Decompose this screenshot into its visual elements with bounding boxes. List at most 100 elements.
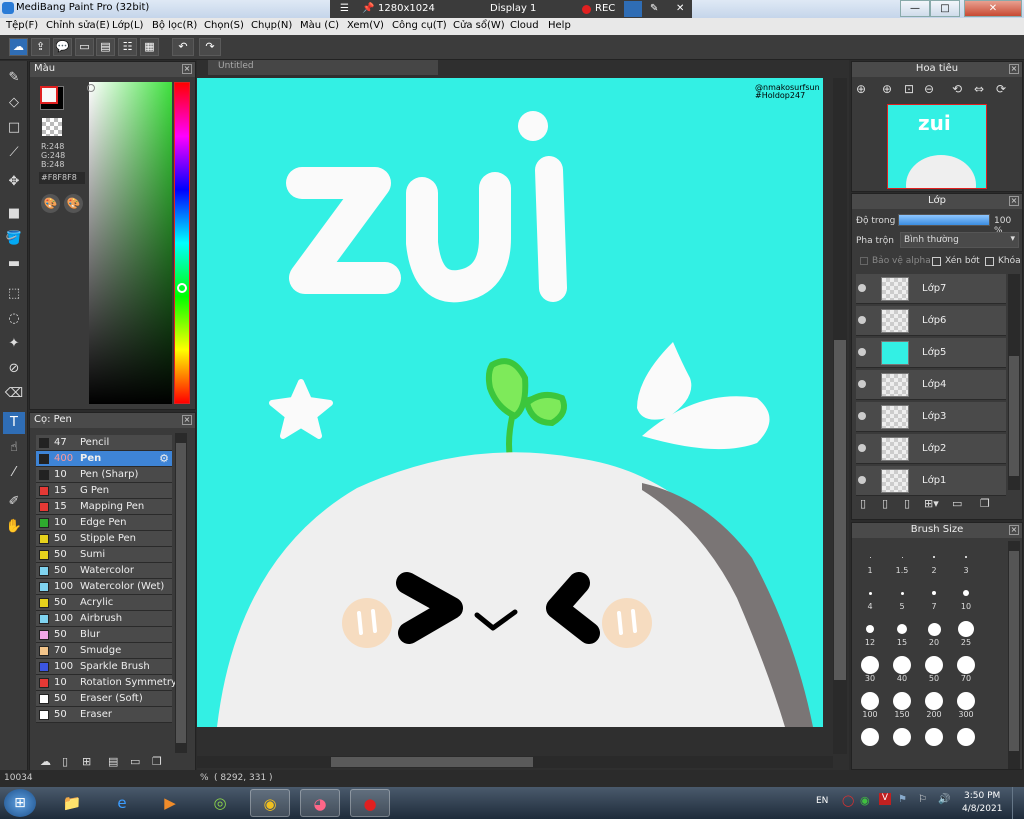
brush-item[interactable]: 10 Pen (Sharp) xyxy=(36,467,172,483)
layer-row[interactable]: Lớp3 xyxy=(856,402,1006,432)
add-layer-menu-icon[interactable]: ⊞▾ xyxy=(924,497,939,510)
menu-select[interactable]: Chọn(S) xyxy=(204,20,244,31)
brush-item[interactable]: 50 Eraser xyxy=(36,707,172,723)
line-tool-icon[interactable]: ⟋ xyxy=(3,142,25,164)
brush-size-option[interactable]: 40 xyxy=(886,651,918,683)
document-tab[interactable]: Untitled xyxy=(208,60,438,75)
brush-size-option[interactable]: 70 xyxy=(950,651,982,683)
brush-item[interactable]: 10 Rotation Symmetry P xyxy=(36,675,186,691)
brush-size-option[interactable]: 20 xyxy=(918,615,950,647)
brush-item[interactable]: 10 Edge Pen xyxy=(36,515,172,531)
layer-row[interactable]: Lớp7 xyxy=(856,274,1006,304)
close-button[interactable]: ✕ xyxy=(964,0,1022,17)
gradient-tool-icon[interactable]: ▬ xyxy=(3,253,25,275)
hue-slider[interactable] xyxy=(174,82,190,404)
navigator-preview[interactable]: zui xyxy=(887,104,987,189)
size-scroll-thumb[interactable] xyxy=(1009,551,1019,751)
brush-item[interactable]: 50 Blur xyxy=(36,627,172,643)
brush-item[interactable]: 50 Stipple Pen xyxy=(36,531,172,547)
move-tool-icon[interactable]: ✥ xyxy=(3,171,25,193)
hand-tool-icon[interactable]: ✋ xyxy=(3,516,25,538)
dropper-tool-icon[interactable]: ⁄ xyxy=(3,462,25,484)
tray-green-icon[interactable]: ◉ xyxy=(860,794,870,807)
layer-scrollbar[interactable] xyxy=(1008,274,1020,490)
visibility-icon[interactable] xyxy=(858,380,866,388)
text-tool-icon[interactable]: T xyxy=(3,412,25,434)
palette-icon[interactable]: 🎨 xyxy=(41,194,60,213)
magic-wand-icon[interactable]: ✦ xyxy=(3,333,25,355)
folder-icon[interactable]: ▭ xyxy=(130,755,140,768)
brush-size-option[interactable]: 4 xyxy=(854,579,886,611)
brush-item[interactable]: 50 Acrylic xyxy=(36,595,172,611)
layer-row[interactable]: Lớp5 xyxy=(856,338,1006,368)
brush-item[interactable]: 47 Pencil xyxy=(36,435,172,451)
brush-size-option[interactable]: 10 xyxy=(950,579,982,611)
flip-icon[interactable]: ⇔ xyxy=(974,82,984,96)
minimize-button[interactable]: — xyxy=(900,0,930,17)
canvas-vertical-scrollbar[interactable] xyxy=(833,78,847,754)
brush-item[interactable]: 15 G Pen xyxy=(36,483,172,499)
visibility-icon[interactable] xyxy=(858,348,866,356)
language-indicator[interactable]: EN xyxy=(816,796,828,806)
menu-edit[interactable]: Chỉnh sửa(E) xyxy=(46,20,110,31)
grid-icon[interactable]: ▦ xyxy=(140,38,159,56)
opacity-slider[interactable] xyxy=(898,214,990,226)
tray-network-icon[interactable]: ⚑ xyxy=(898,794,907,805)
layer-row[interactable]: Lớp2 xyxy=(856,434,1006,464)
redo-icon[interactable]: ↷ xyxy=(199,38,221,56)
brush-item[interactable]: 50 Sumi xyxy=(36,547,172,563)
close-capture-icon[interactable]: ✕ xyxy=(676,3,684,14)
duplicate-layer-icon[interactable]: ❐ xyxy=(980,497,990,510)
vertical-scroll-thumb[interactable] xyxy=(834,340,846,680)
zoom-out-icon[interactable]: ⊖ xyxy=(924,82,934,96)
tray-opera-icon[interactable]: ◯ xyxy=(842,794,854,807)
hue-slider-handle[interactable] xyxy=(177,283,187,293)
menu-layer[interactable]: Lớp(L) xyxy=(112,20,143,31)
brush-item[interactable]: 100 Watercolor (Wet) xyxy=(36,579,172,595)
brush-size-option[interactable]: 25 xyxy=(950,615,982,647)
menu-view[interactable]: Xem(V) xyxy=(347,20,384,31)
tray-v-icon[interactable]: V xyxy=(879,793,891,805)
list-icon[interactable]: ☷ xyxy=(118,38,137,56)
brush-size-option[interactable]: 1.5 xyxy=(886,543,918,575)
internet-explorer-icon[interactable]: e xyxy=(102,789,142,817)
select-pen-icon[interactable]: ⊘ xyxy=(3,358,25,380)
medibang-icon[interactable]: ◕ xyxy=(300,789,340,817)
brush-size-option[interactable]: 15 xyxy=(886,615,918,647)
lock-checkbox[interactable] xyxy=(985,257,994,266)
page-icon[interactable]: ▤ xyxy=(96,38,115,56)
new-layer-icon[interactable]: ▯ xyxy=(860,497,866,510)
menu-cloud[interactable]: Cloud xyxy=(510,20,539,31)
palette-add-icon[interactable]: 🎨 xyxy=(64,194,83,213)
visibility-icon[interactable] xyxy=(858,476,866,484)
brush-size-option[interactable] xyxy=(886,723,918,755)
brush-size-option[interactable]: 200 xyxy=(918,687,950,719)
new-halftone-layer-icon[interactable]: ▯ xyxy=(882,497,888,510)
visibility-icon[interactable] xyxy=(858,284,866,292)
gear-icon[interactable]: ⚙ xyxy=(159,452,169,465)
tray-flag-icon[interactable]: ⚐ xyxy=(918,794,927,805)
chrome-icon[interactable]: ◉ xyxy=(250,789,290,817)
eraser-tool-icon[interactable]: ◇ xyxy=(3,92,25,114)
brush-item[interactable]: 100 Airbrush xyxy=(36,611,172,627)
pen-icon[interactable]: ✎ xyxy=(650,3,658,14)
rotate-right-icon[interactable]: ⟳ xyxy=(996,82,1006,96)
brush-size-option[interactable]: 12 xyxy=(854,615,886,647)
brush-size-option[interactable]: 2 xyxy=(918,543,950,575)
foreground-color-swatch[interactable] xyxy=(40,86,58,104)
brush-size-option[interactable]: 7 xyxy=(918,579,950,611)
brush-size-option[interactable] xyxy=(918,723,950,755)
app-icon-green[interactable]: ◎ xyxy=(200,789,240,817)
brush-item[interactable]: 400 Pen ⚙ xyxy=(36,451,172,467)
volume-icon[interactable]: 🔊 xyxy=(938,794,950,805)
clipping-checkbox[interactable] xyxy=(932,257,941,266)
horizontal-scroll-thumb[interactable] xyxy=(331,757,533,767)
brush-size-option[interactable]: 1 xyxy=(854,543,886,575)
shape-tool-icon[interactable]: □ xyxy=(3,117,25,139)
brush-size-option[interactable]: 5 xyxy=(886,579,918,611)
explorer-icon[interactable]: 📁 xyxy=(52,789,92,817)
maximize-button[interactable]: □ xyxy=(930,0,960,17)
capture-toggle[interactable] xyxy=(624,1,642,17)
brush-size-option[interactable]: 3 xyxy=(950,543,982,575)
pin-icon[interactable]: 📌 xyxy=(362,3,374,14)
